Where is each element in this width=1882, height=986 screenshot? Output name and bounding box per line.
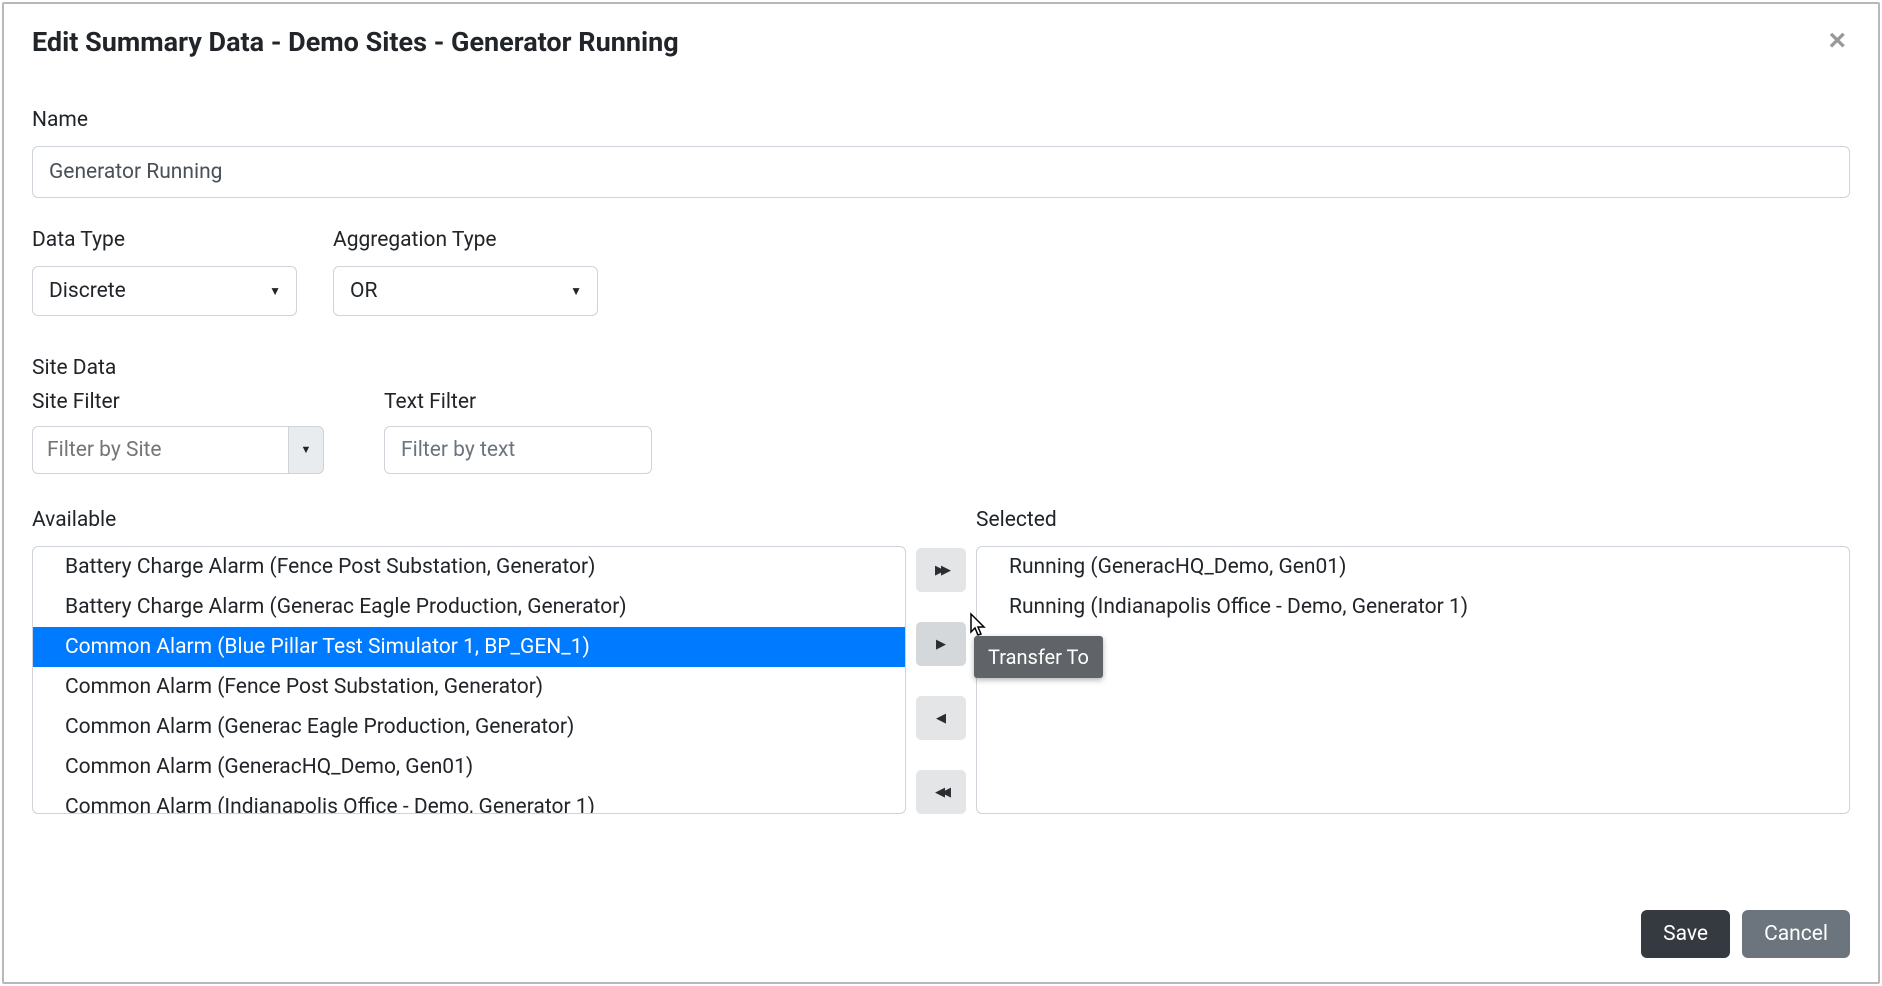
close-icon: × xyxy=(1828,24,1846,57)
dialog-footer: Save Cancel xyxy=(1641,910,1850,958)
site-filter-dropdown-button[interactable]: ▼ xyxy=(288,426,324,474)
transfer-from-button[interactable] xyxy=(916,696,966,740)
name-label: Name xyxy=(32,108,1850,132)
close-button[interactable]: × xyxy=(1824,26,1850,56)
site-filter-input[interactable] xyxy=(32,426,288,474)
text-filter-label: Text Filter xyxy=(384,390,652,414)
transfer-all-to-button[interactable] xyxy=(916,548,966,592)
list-item[interactable]: Running (Indianapolis Office - Demo, Gen… xyxy=(977,587,1849,627)
dialog-title: Edit Summary Data - Demo Sites - Generat… xyxy=(32,26,679,58)
site-filter-group: Site Filter ▼ xyxy=(32,390,324,474)
double-chevron-right-icon xyxy=(935,562,947,578)
text-filter-input[interactable] xyxy=(384,426,652,474)
list-item[interactable]: Running (GeneracHQ_Demo, Gen01) xyxy=(977,547,1849,587)
list-item[interactable]: Common Alarm (GeneracHQ_Demo, Gen01) xyxy=(33,747,905,787)
aggregation-type-select[interactable]: OR xyxy=(333,266,598,316)
selected-listbox[interactable]: Running (GeneracHQ_Demo, Gen01)Running (… xyxy=(976,546,1850,814)
list-item[interactable]: Common Alarm (Indianapolis Office - Demo… xyxy=(33,787,905,814)
tooltip: Transfer To xyxy=(974,636,1103,678)
transfer-buttons: Transfer To xyxy=(916,508,966,814)
data-type-group: Data Type Discrete ▼ xyxy=(32,228,297,316)
available-panel: Available Battery Charge Alarm (Fence Po… xyxy=(32,508,906,814)
aggregation-type-group: Aggregation Type OR ▼ xyxy=(333,228,598,316)
text-filter-group: Text Filter xyxy=(384,390,652,474)
dual-list: Available Battery Charge Alarm (Fence Po… xyxy=(32,508,1850,814)
available-listbox[interactable]: Battery Charge Alarm (Fence Post Substat… xyxy=(32,546,906,814)
caret-down-icon: ▼ xyxy=(301,444,312,456)
chevron-left-icon xyxy=(936,710,946,726)
transfer-all-from-button[interactable] xyxy=(916,770,966,814)
list-item[interactable]: Common Alarm (Fence Post Substation, Gen… xyxy=(33,667,905,707)
double-chevron-left-icon xyxy=(935,784,947,800)
available-label: Available xyxy=(32,508,906,532)
save-button[interactable]: Save xyxy=(1641,910,1730,958)
site-filter-label: Site Filter xyxy=(32,390,324,414)
dialog-header: Edit Summary Data - Demo Sites - Generat… xyxy=(32,26,1850,58)
selected-panel: Selected Running (GeneracHQ_Demo, Gen01)… xyxy=(976,508,1850,814)
chevron-right-icon xyxy=(936,636,946,652)
list-item[interactable]: Battery Charge Alarm (Generac Eagle Prod… xyxy=(33,587,905,627)
name-group: Name xyxy=(32,108,1850,198)
edit-summary-dialog: Edit Summary Data - Demo Sites - Generat… xyxy=(6,6,1876,980)
cancel-button[interactable]: Cancel xyxy=(1742,910,1850,958)
name-input[interactable] xyxy=(32,146,1850,198)
data-type-label: Data Type xyxy=(32,228,297,252)
selected-label: Selected xyxy=(976,508,1850,532)
list-item[interactable]: Common Alarm (Generac Eagle Production, … xyxy=(33,707,905,747)
aggregation-type-label: Aggregation Type xyxy=(333,228,598,252)
list-item[interactable]: Common Alarm (Blue Pillar Test Simulator… xyxy=(33,627,905,667)
data-type-select[interactable]: Discrete xyxy=(32,266,297,316)
transfer-to-button[interactable] xyxy=(916,622,966,666)
list-item[interactable]: Battery Charge Alarm (Fence Post Substat… xyxy=(33,547,905,587)
site-data-label: Site Data xyxy=(32,356,1850,380)
